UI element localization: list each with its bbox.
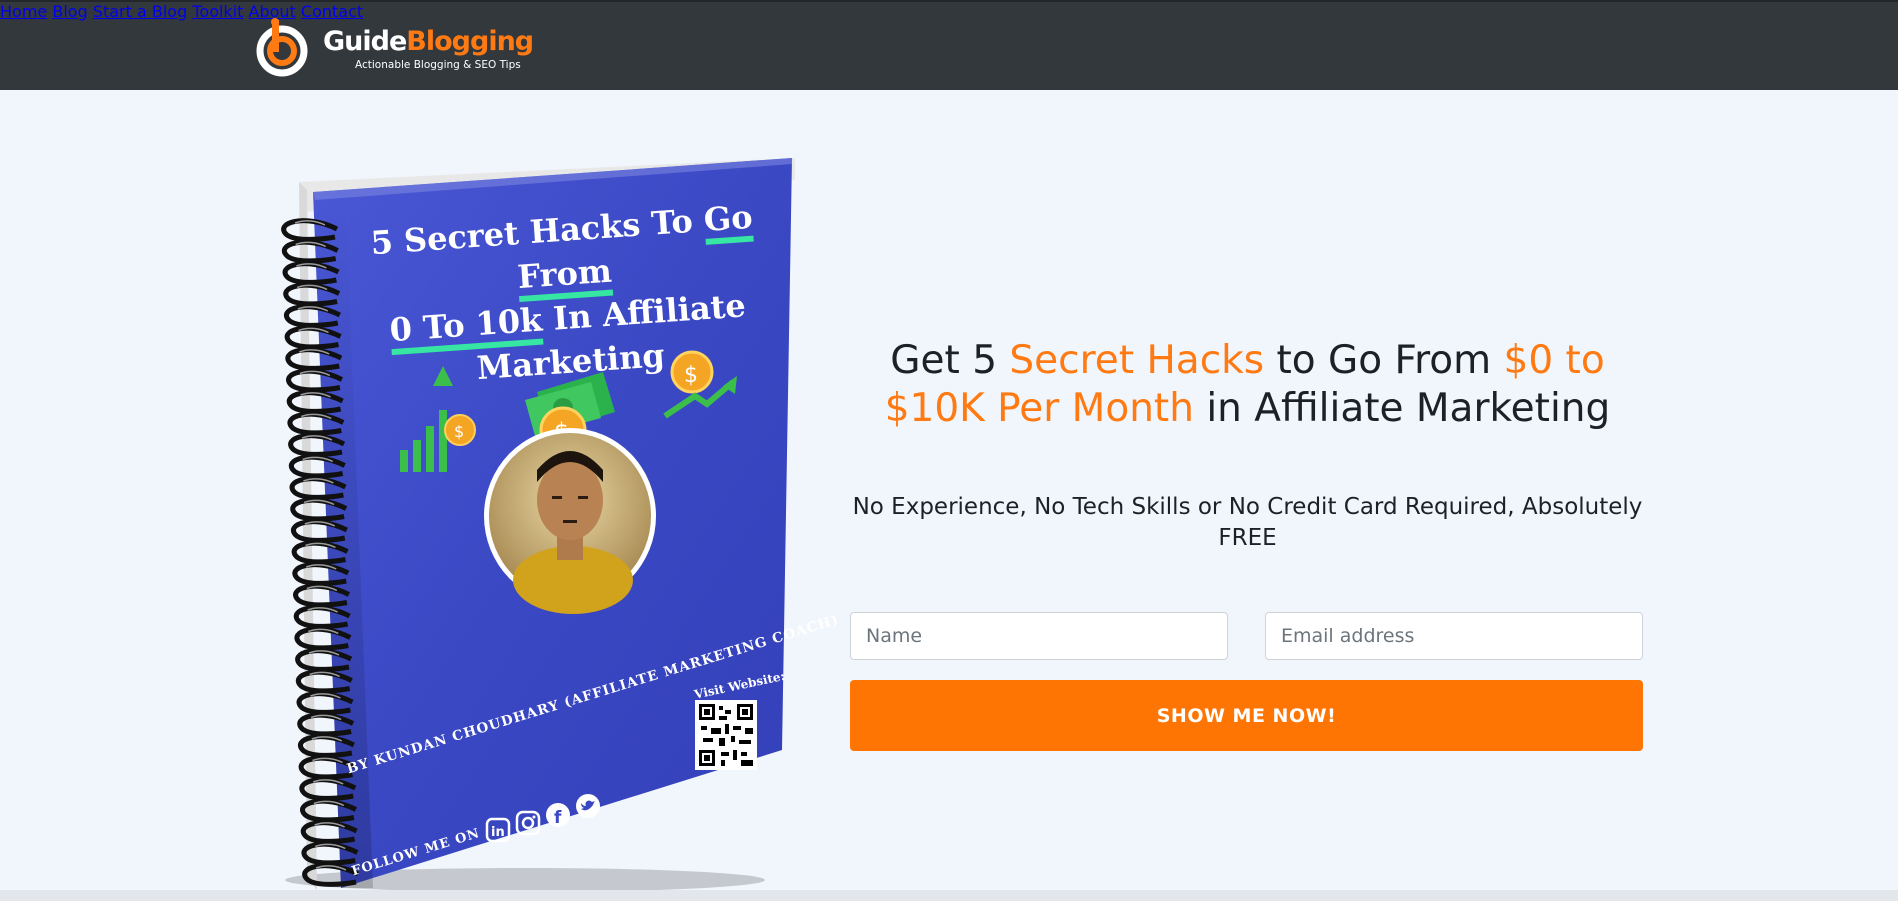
email-input[interactable] <box>1265 612 1643 660</box>
qr-code <box>695 700 757 770</box>
logo-mark-icon <box>256 18 308 77</box>
top-navbar: GuideBlogging Actionable Blogging & SEO … <box>0 0 1898 90</box>
nav-blog[interactable]: Blog <box>52 2 87 21</box>
svg-text:f: f <box>554 808 562 828</box>
hero-subheading: No Experience, No Tech Skills or No Cred… <box>852 494 1643 551</box>
show-me-now-button[interactable]: SHOW ME NOW! <box>850 680 1643 751</box>
nav-toolkit[interactable]: Toolkit <box>192 2 243 21</box>
logo-wordmark: GuideBlogging <box>323 26 534 57</box>
hero-headline: Get 5 Secret Hacks to Go From $0 to $10K… <box>884 338 1611 431</box>
ebook-cover-image: $ $ $ <box>255 150 841 895</box>
nav-home[interactable]: Home <box>0 2 47 21</box>
nav-start-a-blog[interactable]: Start a Blog <box>93 2 187 21</box>
svg-text:in: in <box>491 825 505 840</box>
site-logo[interactable]: GuideBlogging Actionable Blogging & SEO … <box>255 16 534 78</box>
svg-text:$: $ <box>454 422 464 441</box>
horizontal-scrollbar[interactable] <box>0 890 1898 901</box>
twitter-icon <box>576 794 600 818</box>
name-input[interactable] <box>850 612 1228 660</box>
facebook-icon: f <box>546 803 570 828</box>
logo-tagline: Actionable Blogging & SEO Tips <box>355 59 521 71</box>
ebook-title: 5 Secret Hacks To Go From 0 To 10k In Af… <box>369 197 755 388</box>
